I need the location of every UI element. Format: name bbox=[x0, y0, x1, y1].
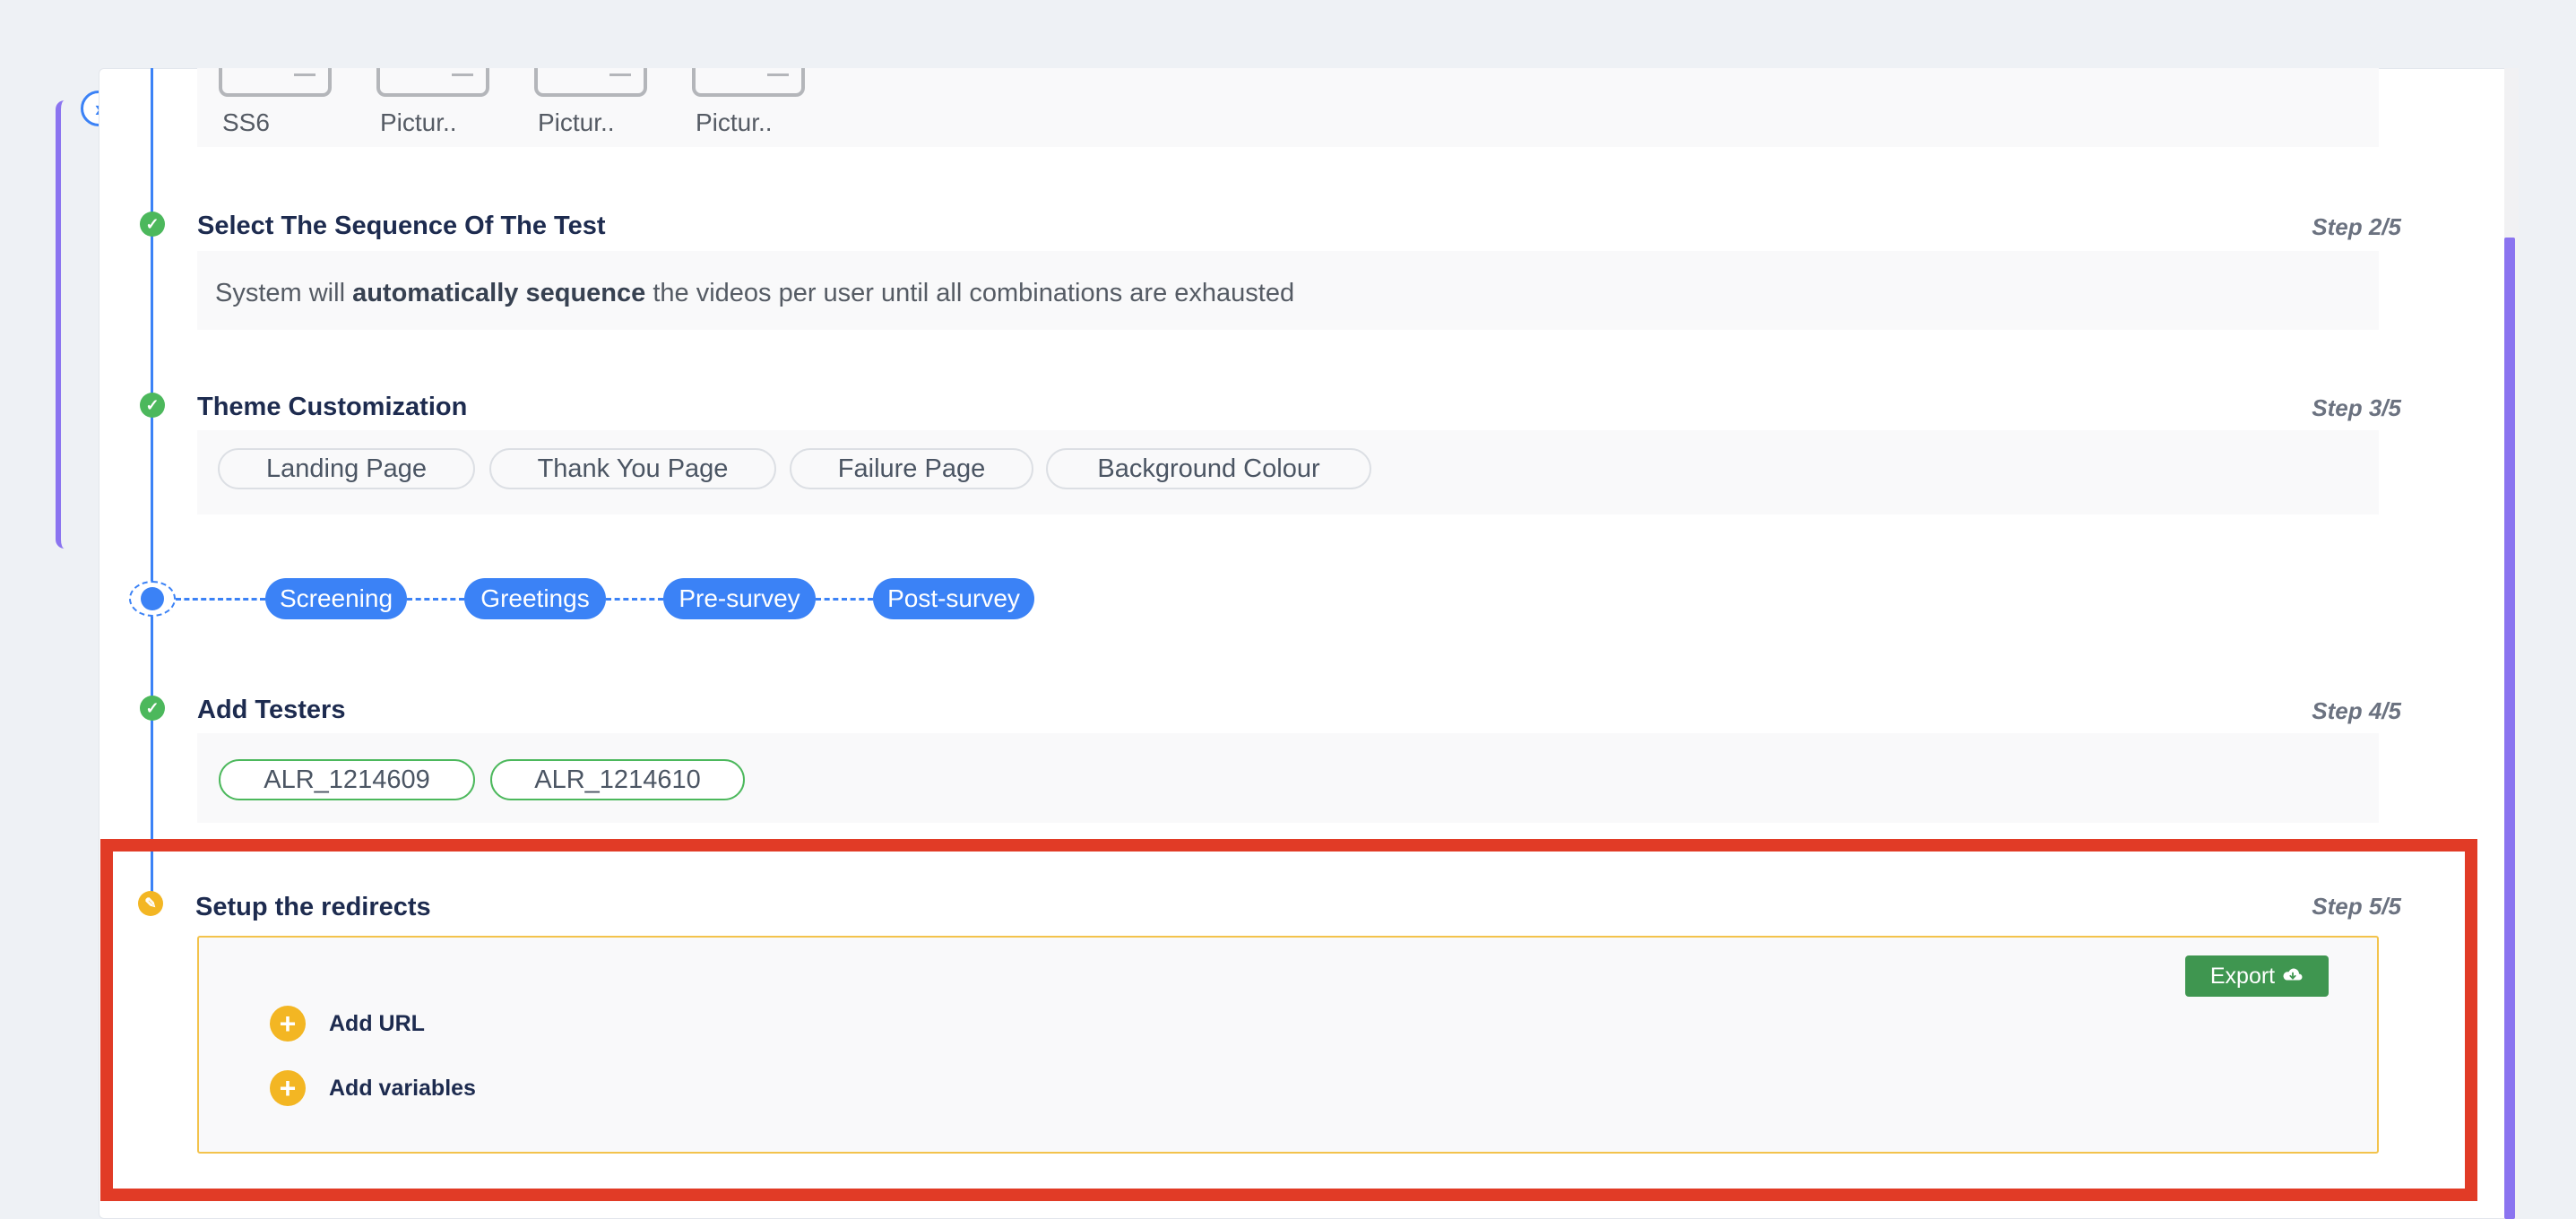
add-variables-label: Add variables bbox=[329, 1075, 476, 1101]
tester-pill[interactable]: ALR_1214610 bbox=[490, 759, 745, 800]
media-thumbnail[interactable] bbox=[692, 68, 805, 97]
step-title-sequence: Select The Sequence Of The Test bbox=[197, 212, 606, 240]
add-url-button[interactable]: + Add URL bbox=[270, 1006, 425, 1042]
theme-pill-background[interactable]: Background Colour bbox=[1046, 448, 1371, 489]
check-icon: ✓ bbox=[140, 212, 165, 237]
media-panel: SS6 Pictur.. Pictur.. Pictur.. bbox=[197, 68, 2379, 147]
export-button[interactable]: Export bbox=[2185, 955, 2329, 997]
plus-icon: + bbox=[270, 1070, 306, 1106]
plus-icon: + bbox=[270, 1006, 306, 1042]
theme-pill-thank-you[interactable]: Thank You Page bbox=[489, 448, 776, 489]
add-url-label: Add URL bbox=[329, 1010, 425, 1036]
check-icon: ✓ bbox=[140, 696, 165, 721]
media-label: SS6 bbox=[222, 108, 270, 136]
redirects-panel bbox=[197, 936, 2379, 1154]
flow-connector bbox=[176, 598, 265, 601]
flow-chip-screening[interactable]: Screening bbox=[265, 578, 407, 619]
check-icon: ✓ bbox=[140, 393, 165, 418]
step-count-sequence: Step 2/5 bbox=[2312, 213, 2401, 240]
export-label: Export bbox=[2209, 963, 2276, 989]
step-count-theme: Step 3/5 bbox=[2312, 394, 2401, 421]
pencil-icon: ✎ bbox=[138, 891, 163, 916]
add-variables-button[interactable]: + Add variables bbox=[270, 1070, 476, 1106]
step-count-testers: Step 4/5 bbox=[2312, 697, 2401, 724]
step-title-testers: Add Testers bbox=[197, 696, 346, 724]
cloud-download-icon bbox=[2282, 964, 2304, 990]
flow-chip-post-survey[interactable]: Post-survey bbox=[873, 578, 1034, 619]
media-label: Pictur.. bbox=[380, 108, 457, 136]
media-label: Pictur.. bbox=[696, 108, 773, 136]
scrollbar-thumb[interactable] bbox=[2504, 238, 2515, 1219]
theme-pill-landing[interactable]: Landing Page bbox=[218, 448, 475, 489]
flow-chip-pre-survey[interactable]: Pre-survey bbox=[663, 578, 816, 619]
flow-chip-greetings[interactable]: Greetings bbox=[464, 578, 606, 619]
media-thumbnail[interactable] bbox=[534, 68, 647, 97]
timeline-line bbox=[151, 68, 153, 893]
step-count-redirects: Step 5/5 bbox=[2312, 893, 2401, 920]
media-thumbnail[interactable] bbox=[219, 68, 332, 97]
flow-connector bbox=[816, 598, 873, 601]
media-thumbnail[interactable] bbox=[376, 68, 489, 97]
sequence-description: System will automatically sequence the v… bbox=[215, 279, 1295, 307]
flow-connector bbox=[606, 598, 663, 601]
theme-pill-failure[interactable]: Failure Page bbox=[790, 448, 1033, 489]
page: › SS6 Pictur.. Pictur.. Pictur.. ✓ Selec… bbox=[0, 0, 2576, 1219]
step-title-redirects: Setup the redirects bbox=[195, 893, 431, 921]
step-title-theme: Theme Customization bbox=[197, 393, 468, 421]
flow-start-node bbox=[129, 581, 176, 617]
flow-connector bbox=[407, 598, 464, 601]
tester-pill[interactable]: ALR_1214609 bbox=[219, 759, 475, 800]
media-label: Pictur.. bbox=[538, 108, 615, 136]
